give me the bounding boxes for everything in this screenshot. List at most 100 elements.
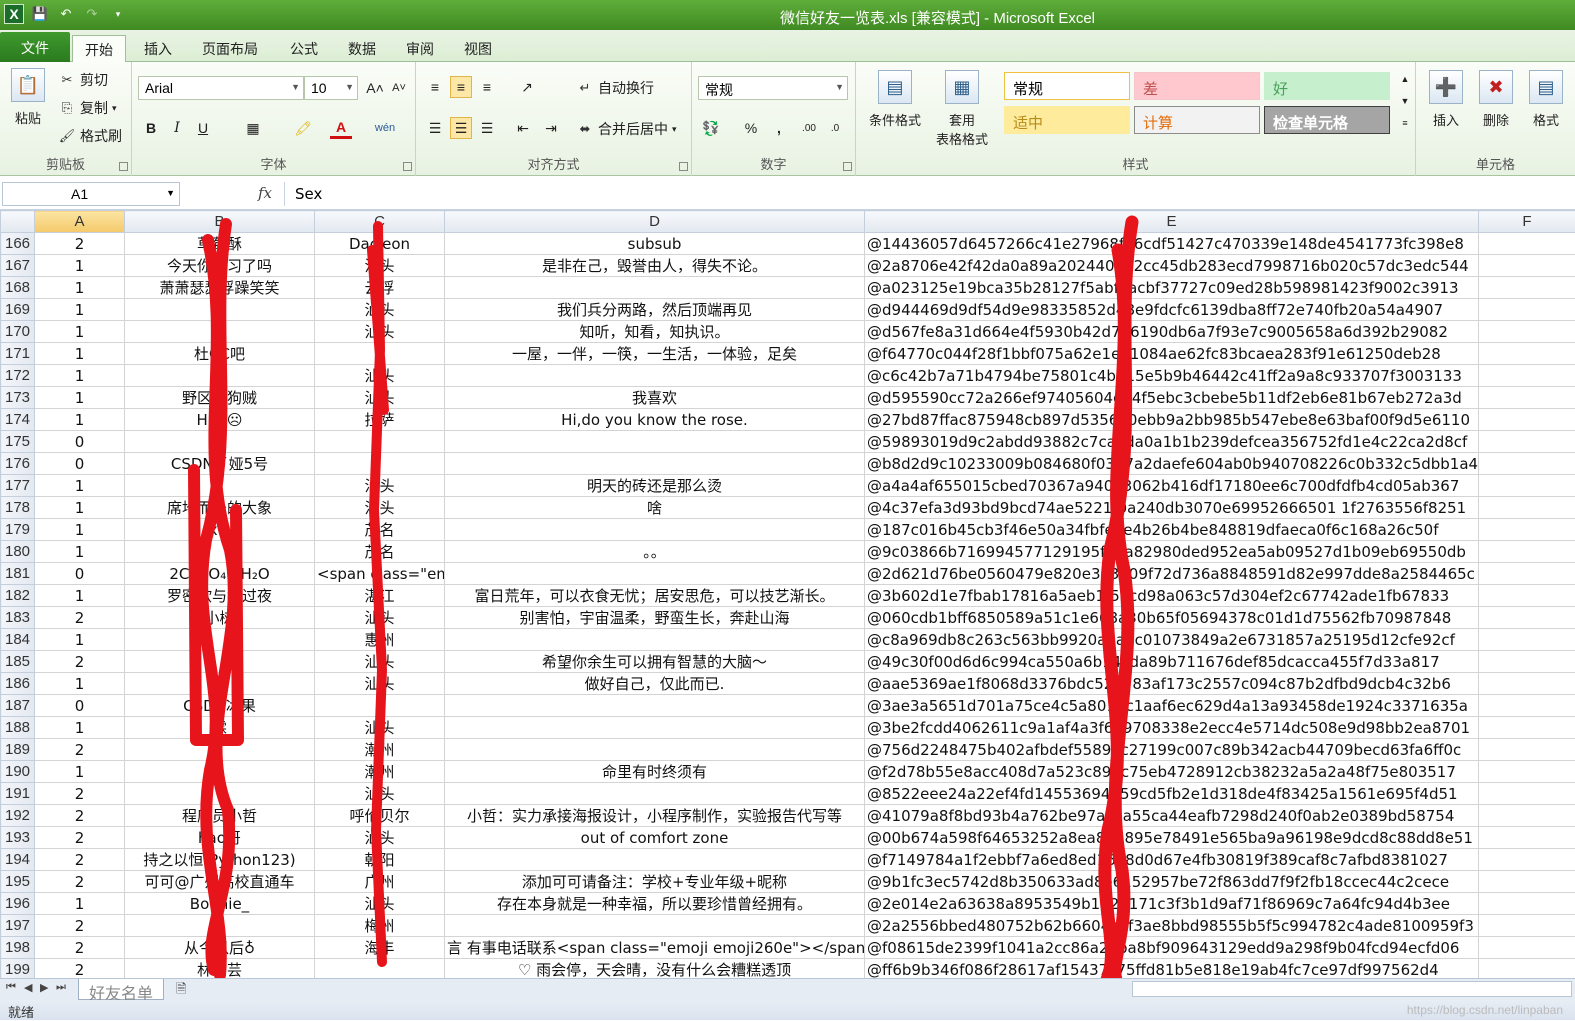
cell-nickname[interactable] [125,915,315,937]
row-number[interactable]: 189 [1,739,35,761]
cell-nickname[interactable]: Bonnie_ [125,893,315,915]
row-number[interactable]: 177 [1,475,35,497]
cell-user-id[interactable]: @49c30f00d6d6c994ca550a6b14cda89b711676d… [865,651,1479,673]
cell-user-id[interactable]: @59893019d9c2abdd93882c7caeda0a1b1b239de… [865,431,1479,453]
cell-city[interactable]: <span class="emoji emoji1f4a7"></span>、废… [315,563,445,585]
row-number[interactable]: 195 [1,871,35,893]
cell-empty[interactable] [1479,739,1575,761]
cell-empty[interactable] [1479,915,1575,937]
cell-sex[interactable]: 2 [35,651,125,673]
cell-city[interactable]: 潮州 [315,761,445,783]
cell-user-id[interactable]: @9b1fc3ec5742d8b350633ad8e6152957be72f86… [865,871,1479,893]
cell-user-id[interactable]: @00b674a598f64653252a8ea83b895e78491e565… [865,827,1479,849]
cell-empty[interactable] [1479,849,1575,871]
cell-user-id[interactable]: @3be2fcdd4062611c9a1af4a3f6d9708338e2ecc… [865,717,1479,739]
name-box[interactable]: A1 ▼ [2,182,180,206]
cell-nickname[interactable]: hao哥 [125,827,315,849]
row-number[interactable]: 176 [1,453,35,475]
cell-nickname[interactable]: x z [125,519,315,541]
row-number[interactable]: 171 [1,343,35,365]
wrap-text-button[interactable]: ↵自动换行 [576,78,654,98]
cell-signature[interactable]: 一屋，一伴，一筷，一生活，一体验，足矣 [445,343,865,365]
cell-sex[interactable]: 1 [35,299,125,321]
cell-user-id[interactable]: @d944469d9df54d9e98335852d48e9fdcfc6139d… [865,299,1479,321]
comma-style-button[interactable]: , [768,117,790,139]
cell-signature[interactable]: 是非在己，毁誉由人，得失不论。 [445,255,865,277]
cell-empty[interactable] [1479,431,1575,453]
cell-nickname[interactable] [125,541,315,563]
cell-sex[interactable]: 1 [35,541,125,563]
cell-user-id[interactable]: @756d2248475b402afbdef5589ac27199c007c89… [865,739,1479,761]
cell-nickname[interactable]: 程序员小哲 [125,805,315,827]
row-number[interactable]: 179 [1,519,35,541]
row-number[interactable]: 183 [1,607,35,629]
cell-signature[interactable]: 存在本身就是一种幸福，所以要珍惜曾经拥有。 [445,893,865,915]
cell-city[interactable] [315,343,445,365]
cell-sex[interactable]: 2 [35,937,125,959]
cell-sex[interactable]: 2 [35,871,125,893]
cell-signature[interactable]: 别害怕，宇宙温柔，野蛮生长，奔赴山海 [445,607,865,629]
row-number[interactable]: 184 [1,629,35,651]
column-header-e[interactable]: E [865,211,1479,233]
cell-signature[interactable] [445,453,865,475]
cell-signature[interactable]: out of comfort zone [445,827,865,849]
cell-sex[interactable]: 1 [35,277,125,299]
cell-sex[interactable]: 2 [35,827,125,849]
cell-user-id[interactable]: @3ae3a5651d701a75ce4c5a8017c1aaf6ec629d4… [865,695,1479,717]
cell-sex[interactable]: 1 [35,761,125,783]
row-number[interactable]: 173 [1,387,35,409]
cell-city[interactable]: 汕头 [315,893,445,915]
cell-user-id[interactable]: @f2d78b55e8acc408d7a523c895c75eb4728912c… [865,761,1479,783]
cell-signature[interactable] [445,695,865,717]
cell-city[interactable]: 呼伦贝尔 [315,805,445,827]
cell-city[interactable] [315,431,445,453]
cell-user-id[interactable]: @f08615de2399f1041a2cc86a2bba8bf90964312… [865,937,1479,959]
row-number[interactable]: 199 [1,959,35,979]
cell-empty[interactable] [1479,959,1575,979]
cell-empty[interactable] [1479,299,1575,321]
row-number[interactable]: 180 [1,541,35,563]
cell-empty[interactable] [1479,233,1575,255]
cell-city[interactable]: 汕头 [315,607,445,629]
cell-nickname[interactable] [125,629,315,651]
row-number[interactable]: 188 [1,717,35,739]
cell-city[interactable]: Dacleon [315,233,445,255]
row-number[interactable]: 170 [1,321,35,343]
align-top-icon[interactable]: ≡ [424,76,446,98]
cell-user-id[interactable]: @2a2556bbed480752b62b6604bcf3ae8bbd98555… [865,915,1479,937]
cell-user-id[interactable]: @8522eee24a22ef4fd14553694559cd5fb2e1d31… [865,783,1479,805]
last-sheet-icon[interactable]: ⏭ [56,981,66,994]
font-size-select[interactable]: 10▼ [304,76,358,100]
previous-sheet-icon[interactable]: ◀ [24,981,32,994]
cell-sex[interactable]: 1 [35,519,125,541]
clipboard-launcher-icon[interactable] [119,162,128,171]
cell-nickname[interactable] [125,739,315,761]
cell-empty[interactable] [1479,541,1575,563]
cell-signature[interactable]: 添加可可请备注：学校+专业年级+昵称 [445,871,865,893]
cell-nickname[interactable]: 野区偷狗贼 [125,387,315,409]
column-header-a[interactable]: A [35,211,125,233]
undo-icon[interactable]: ↶ [56,4,76,24]
row-number[interactable]: 186 [1,673,35,695]
phonetic-guide-icon[interactable]: wén [374,117,396,139]
cell-city[interactable]: 湛江 [315,585,445,607]
style-bad[interactable]: 差 [1134,72,1260,100]
cell-user-id[interactable]: @c6c42b7a71b4794be75801c4b615e5b9b46442c… [865,365,1479,387]
style-good[interactable]: 好 [1264,72,1390,100]
cell-nickname[interactable]: Hun☹ [125,409,315,431]
italic-button[interactable]: I [166,117,188,139]
cell-empty[interactable] [1479,871,1575,893]
cell-empty[interactable] [1479,365,1575,387]
merge-center-button[interactable]: ⬌合并后居中▾ [576,119,677,139]
cell-empty[interactable] [1479,893,1575,915]
cell-user-id[interactable]: @d595590cc72a266ef97405604e44f5ebc3cbebe… [865,387,1479,409]
cell-city[interactable]: 汕头 [315,497,445,519]
cell-city[interactable]: 汕头 [315,651,445,673]
cell-sex[interactable]: 2 [35,233,125,255]
style-neutral[interactable]: 适中 [1004,106,1130,134]
cell-empty[interactable] [1479,519,1575,541]
styles-scroll-down-icon[interactable]: ▼ [1394,92,1416,110]
cell-signature[interactable]: 我喜欢 [445,387,865,409]
align-bottom-icon[interactable]: ≡ [476,76,498,98]
cell-city[interactable]: 汕头 [315,475,445,497]
